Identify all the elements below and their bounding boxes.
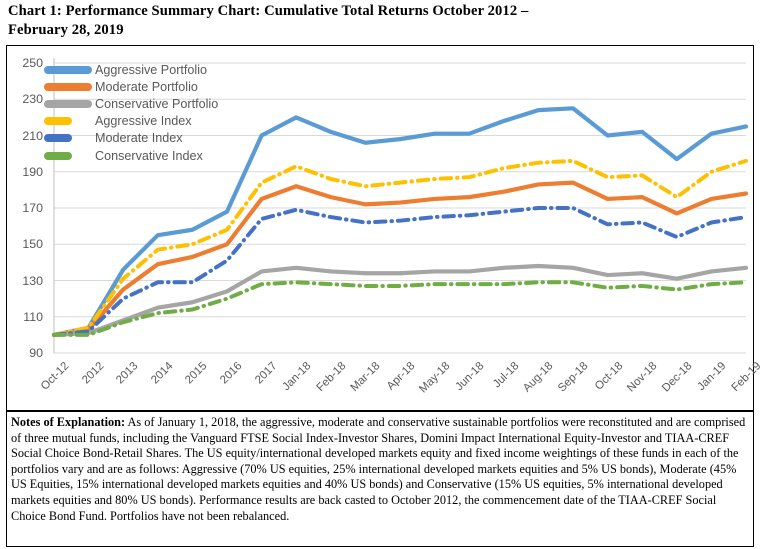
chart-legend: Aggressive Portfolio Moderate Portfolio Co… — [44, 61, 259, 164]
page-title-line1: Chart 1: Performance Summary Chart: Cumu… — [8, 3, 529, 19]
legend-swatch-icon — [44, 117, 72, 126]
y-axis-tick-label: 190 — [22, 164, 43, 179]
y-axis-tick-label: 110 — [23, 309, 43, 324]
notes-body: As of January 1, 2018, the aggressive, m… — [11, 415, 746, 523]
chart-plot-area: Aggressive Portfolio Moderate Portfolio Co… — [7, 46, 760, 410]
legend-item[interactable]: Conservative Index — [44, 147, 259, 164]
legend-label: Moderate Index — [95, 131, 183, 146]
legend-swatch-icon — [44, 82, 92, 91]
chart-frame: Aggressive Portfolio Moderate Portfolio Co… — [6, 45, 760, 411]
legend-item[interactable]: Moderate Portfolio — [44, 78, 259, 95]
legend-swatch-icon — [44, 65, 92, 74]
y-axis-tick-label: 170 — [22, 201, 43, 215]
y-axis-tick-label: 90 — [29, 346, 43, 360]
notes-of-explanation: Notes of Explanation: As of January 1, 2… — [6, 411, 754, 547]
legend-item[interactable]: Aggressive Index — [44, 113, 259, 130]
y-axis-tick-label: 230 — [22, 92, 43, 107]
legend-swatch-icon — [44, 151, 72, 160]
legend-item[interactable]: Aggressive Portfolio — [44, 61, 259, 78]
legend-swatch-icon — [44, 99, 92, 108]
legend-label: Aggressive Index — [95, 114, 192, 129]
chart-page: Chart 1: Performance Summary Chart: Cumu… — [0, 0, 760, 549]
legend-item[interactable]: Conservative Portfolio — [44, 95, 259, 112]
legend-label: Aggressive Portfolio — [95, 62, 207, 77]
y-axis-tick-label: 250 — [22, 56, 43, 70]
legend-swatch-icon — [44, 134, 72, 143]
legend-label: Conservative Portfolio — [95, 96, 219, 111]
y-axis-tick-label: 150 — [22, 237, 43, 252]
legend-label: Moderate Portfolio — [95, 79, 198, 94]
series-line-conservative-portfolio — [51, 263, 749, 337]
page-title: Chart 1: Performance Summary Chart: Cumu… — [6, 2, 754, 40]
legend-item[interactable]: Moderate Index — [44, 130, 259, 147]
notes-heading: Notes of Explanation: — [11, 415, 126, 429]
legend-label: Conservative Index — [95, 148, 203, 163]
y-axis-tick-label: 210 — [22, 128, 43, 143]
page-title-line2: February 28, 2019 — [8, 22, 124, 38]
y-axis-tick-label: 130 — [22, 273, 43, 288]
